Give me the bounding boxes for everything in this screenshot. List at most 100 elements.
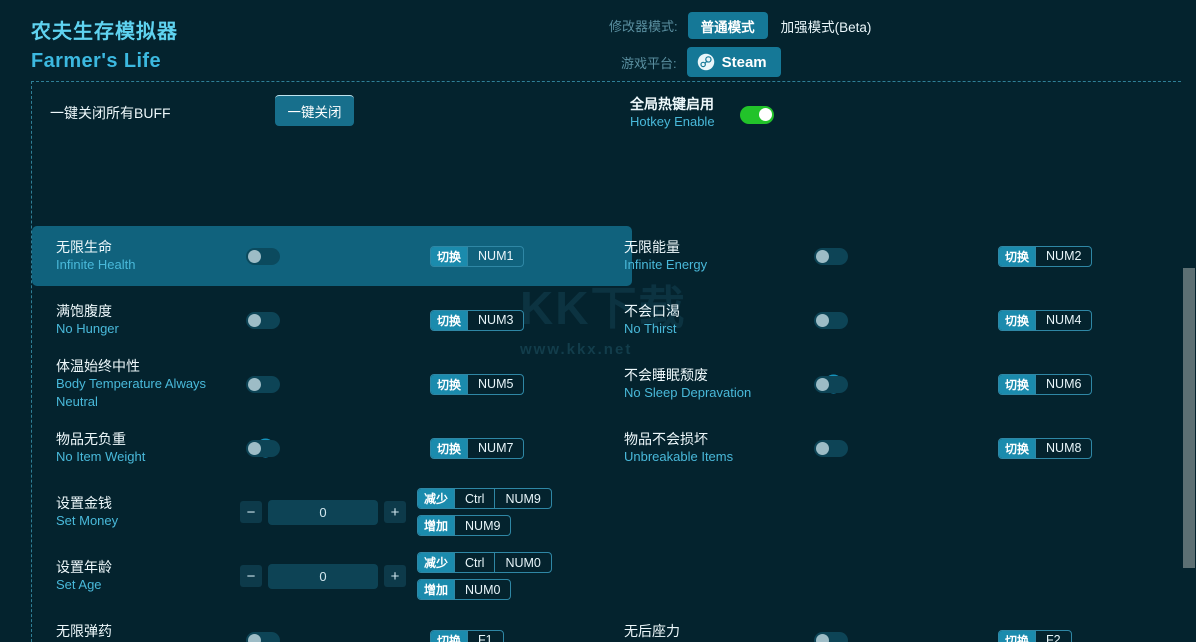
- platform-steam-button[interactable]: Steam: [686, 47, 781, 77]
- hotkey-enable-label-cn: 全局热键启用: [630, 96, 714, 112]
- disable-all-buffs-label: 一键关闭所有BUFF: [50, 105, 171, 121]
- game-platform-label: 游戏平台:: [621, 55, 677, 71]
- option-label-cn: 无限弹药: [56, 623, 112, 639]
- option-control: [232, 631, 382, 642]
- hotkey-group: 切换 F2: [998, 629, 1072, 642]
- toggle-knob: [759, 108, 772, 121]
- option-toggle[interactable]: [246, 375, 280, 393]
- option-toggle[interactable]: [814, 631, 848, 642]
- option-row: 不会口渴 No Thirst 切换 NUM4: [600, 290, 1196, 350]
- option-label-en-row: Unbreakable Items: [624, 448, 800, 466]
- option-label-en: No Item Weight: [56, 449, 146, 464]
- toggle-knob: [248, 249, 261, 263]
- option-control: [232, 439, 382, 457]
- option-toggle[interactable]: [246, 631, 280, 642]
- option-label-cn: 无后座力: [624, 623, 680, 639]
- hotkey-binding[interactable]: 切换 NUM3: [430, 309, 525, 331]
- option-row: 无限生命 Infinite Health 切换 NUM1: [32, 226, 632, 286]
- option-row: 无后座力No Recoil 切换F2: [600, 610, 1196, 642]
- hotkey-action-label: 切换: [431, 246, 468, 266]
- option-label-cn: 不会口渴: [624, 303, 680, 319]
- hotkey-binding[interactable]: 切换 NUM4: [998, 309, 1093, 331]
- hotkey-binding[interactable]: 增加 NUM0: [417, 579, 512, 600]
- option-toggle[interactable]: [246, 247, 280, 265]
- toggle-knob: [816, 377, 829, 391]
- game-platform-group: 游戏平台: Steam: [621, 47, 781, 77]
- option-label-en: Body Temperature Always Neutral: [56, 376, 207, 409]
- option-labels: 不会睡眠颓废 No Sleep Depravation: [600, 366, 843, 402]
- option-label-en: Set Money: [56, 513, 119, 528]
- disable-all-buffs-button[interactable]: 一键关闭: [275, 95, 354, 126]
- hotkey-key-label: F2: [1035, 630, 1071, 642]
- hotkey-binding[interactable]: 切换 NUM2: [998, 245, 1093, 267]
- hotkey-action-label: 切换: [999, 438, 1036, 458]
- hotkey-action-label: 切换: [999, 246, 1036, 266]
- hotkey-action-label: 切换: [431, 310, 468, 330]
- option-labels: 无限能量 Infinite Energy: [600, 238, 800, 274]
- hotkey-binding[interactable]: 切换 NUM5: [430, 373, 525, 395]
- option-label-en: Infinite Energy: [624, 257, 708, 272]
- hotkey-group: 切换 NUM7: [430, 437, 525, 459]
- option-toggle[interactable]: [246, 439, 280, 457]
- hotkey-group: 切换 NUM5: [430, 373, 525, 395]
- hotkey-enable-toggle[interactable]: [740, 106, 774, 124]
- option-label-en: No Sleep Depravation: [624, 385, 752, 400]
- stepper-decrement-button[interactable]: −: [240, 501, 262, 523]
- toggle-knob: [248, 377, 261, 391]
- hotkey-binding[interactable]: 切换 NUM7: [430, 437, 525, 459]
- option-label-en: Infinite Health: [56, 257, 136, 272]
- hotkey-key-label: NUM5: [467, 374, 523, 394]
- option-row: 物品不会损坏 Unbreakable Items 切换 NUM8: [600, 418, 1196, 478]
- stepper-decrement-button[interactable]: −: [240, 565, 262, 587]
- stepper-value-input[interactable]: 0: [268, 563, 378, 589]
- option-labels: 设置金钱 Set Money: [32, 494, 232, 530]
- option-toggle[interactable]: [814, 311, 848, 329]
- hotkey-enable-label-en: Hotkey Enable: [630, 114, 715, 129]
- hotkey-key-label: NUM1: [467, 246, 523, 266]
- hotkey-enable-labels: 全局热键启用 Hotkey Enable: [630, 95, 715, 131]
- hotkey-binding[interactable]: 减少 Ctrl NUM0: [417, 552, 552, 573]
- mode-normal-button[interactable]: 普通模式: [687, 12, 768, 39]
- stepper-value-input[interactable]: 0: [268, 499, 378, 525]
- option-control: [232, 311, 382, 329]
- option-label-cn: 设置年龄: [56, 559, 112, 575]
- hotkey-binding[interactable]: 增加 NUM9: [417, 515, 512, 536]
- option-label-cn: 物品无负重: [56, 431, 126, 447]
- option-label-en: No Thirst: [624, 321, 677, 336]
- hotkey-key-label: NUM0: [494, 553, 550, 572]
- stepper-increment-button[interactable]: +: [384, 501, 406, 523]
- vertical-scrollbar-thumb[interactable]: [1183, 268, 1195, 568]
- option-toggle[interactable]: [814, 375, 848, 393]
- hotkey-group: 减少 Ctrl NUM0 增加 NUM0: [417, 552, 552, 600]
- mode-beta-button[interactable]: 加强模式(Beta): [768, 12, 885, 39]
- toggle-knob: [248, 441, 261, 455]
- option-label-cn: 物品不会损坏: [624, 431, 708, 447]
- hotkey-action-label: 切换: [431, 374, 468, 394]
- hotkey-action-label: 切换: [431, 438, 468, 458]
- option-control: −0 +: [232, 563, 417, 589]
- option-row: 设置金钱 Set Money −0 + 减少 Ctrl NUM9 增加 NUM9: [32, 482, 632, 542]
- hotkey-key-label: F1: [467, 630, 503, 642]
- hotkey-binding[interactable]: 切换 F1: [430, 629, 504, 642]
- number-stepper: −0 +: [240, 499, 406, 525]
- hotkey-key-label: Ctrl: [454, 489, 494, 508]
- hotkey-binding[interactable]: 切换 NUM8: [998, 437, 1093, 459]
- hotkey-key-label: Ctrl: [454, 553, 494, 572]
- hotkey-group: 切换 NUM1: [430, 245, 525, 267]
- stepper-increment-button[interactable]: +: [384, 565, 406, 587]
- hotkey-group: 切换 NUM8: [998, 437, 1093, 459]
- vertical-scrollbar-track[interactable]: [1182, 0, 1196, 642]
- option-toggle[interactable]: [814, 247, 848, 265]
- hotkey-binding[interactable]: 切换 F2: [998, 629, 1072, 642]
- option-toggle[interactable]: [246, 311, 280, 329]
- platform-name-label: Steam: [721, 53, 767, 71]
- hotkey-action-label: 切换: [999, 374, 1036, 394]
- hotkey-enable-toggle-wrap: [740, 106, 774, 124]
- hotkey-binding[interactable]: 切换 NUM6: [998, 373, 1093, 395]
- option-labels: 无后座力No Recoil: [600, 622, 800, 642]
- hotkey-binding[interactable]: 减少 Ctrl NUM9: [417, 488, 552, 509]
- hotkey-action-label: 减少: [418, 553, 455, 572]
- app-header: 农夫生存模拟器 Farmer's Life 修改器模式: 普通模式 加强模式(B…: [0, 0, 1196, 81]
- hotkey-binding[interactable]: 切换 NUM1: [430, 245, 525, 267]
- option-toggle[interactable]: [814, 439, 848, 457]
